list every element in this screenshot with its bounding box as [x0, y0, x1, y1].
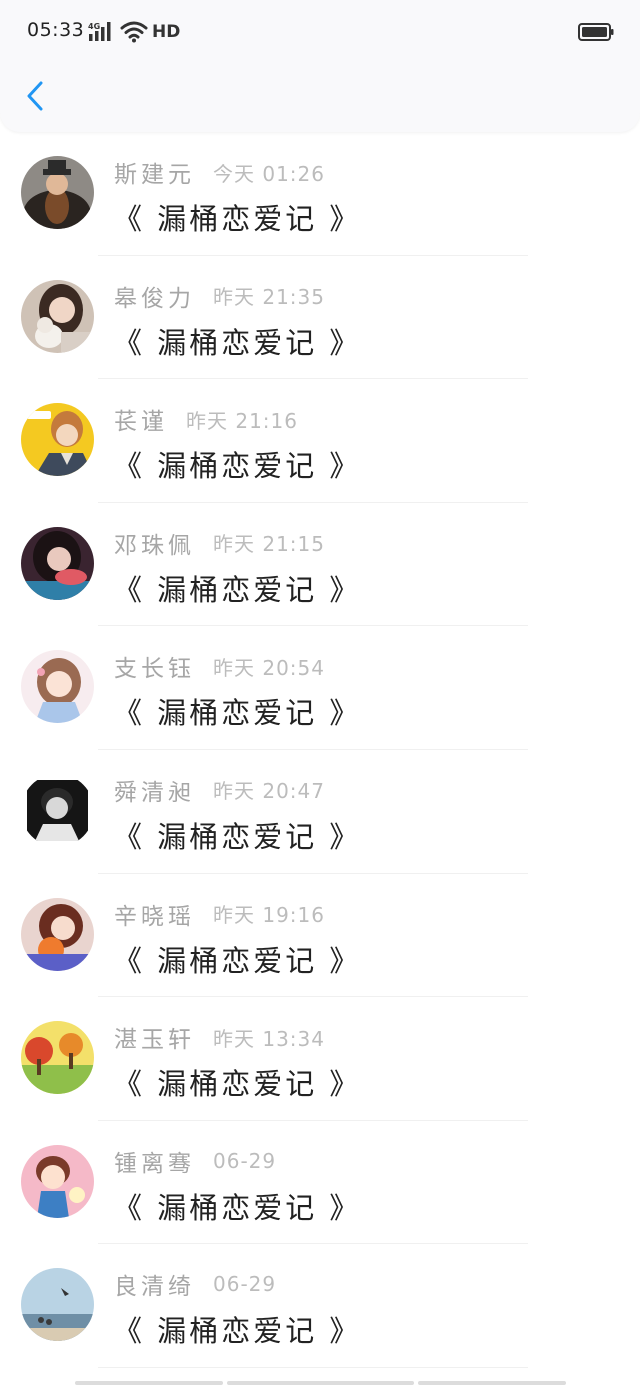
comment-meta: 良清绮 06-29 — [114, 1268, 276, 1300]
avatar[interactable] — [21, 1268, 94, 1342]
avatar[interactable] — [21, 279, 94, 353]
comment-time: 昨天 21:16 — [186, 408, 298, 433]
book-title[interactable]: 《 漏桶恋爱记 》 — [113, 938, 361, 980]
comment-item[interactable]: 皋俊力 昨天 21:35 《 漏桶恋爱记 》 — [0, 256, 640, 380]
comment-item[interactable]: 湛玉轩 昨天 13:34 《 漏桶恋爱记 》 — [0, 997, 640, 1121]
comment-meta: 支长钰 昨天 20:54 — [114, 649, 325, 683]
avatar[interactable] — [21, 1021, 94, 1095]
book-title[interactable]: 《 漏桶恋爱记 》 — [113, 1061, 361, 1103]
comment-meta: 邓珠佩 昨天 21:15 — [114, 527, 325, 559]
header: 05:33 4G HD — [0, 0, 640, 132]
avatar[interactable] — [21, 773, 94, 847]
user-name[interactable]: 苌谨 — [114, 402, 168, 436]
divider — [98, 1366, 528, 1368]
book-title[interactable]: 《 漏桶恋爱记 》 — [113, 196, 361, 238]
comment-meta: 苌谨 昨天 21:16 — [114, 402, 298, 436]
comment-time: 今天 01:26 — [213, 161, 325, 186]
user-name[interactable]: 邓珠佩 — [114, 526, 195, 560]
book-title[interactable]: 《 漏桶恋爱记 》 — [113, 1185, 361, 1227]
comment-time: 06-29 — [213, 1148, 277, 1173]
back-button[interactable] — [14, 74, 58, 118]
comment-item[interactable]: 良清绮 06-29 《 漏桶恋爱记 》 — [0, 1244, 640, 1368]
status-bar: 05:33 4G HD — [0, 0, 640, 64]
book-title[interactable]: 《 漏桶恋爱记 》 — [113, 443, 361, 485]
status-time: 05:33 — [27, 19, 85, 41]
comment-meta: 皋俊力 昨天 21:35 — [114, 280, 325, 312]
bottom-scroll-indicator — [227, 1381, 414, 1385]
book-title[interactable]: 《 漏桶恋爱记 》 — [113, 814, 361, 856]
book-title[interactable]: 《 漏桶恋爱记 》 — [113, 690, 361, 732]
avatar[interactable] — [21, 1144, 94, 1218]
battery-icon — [578, 23, 614, 41]
wifi-icon — [120, 21, 148, 43]
comment-meta: 舜清昶 昨天 20:47 — [114, 774, 325, 806]
bottom-scroll-indicator — [418, 1381, 566, 1385]
comment-time: 06-29 — [213, 1272, 277, 1297]
status-icons: 4G HD — [88, 20, 180, 44]
network-type: 4G — [88, 22, 100, 31]
user-name[interactable]: 辛晓瑶 — [114, 897, 195, 931]
comment-time: 昨天 21:35 — [213, 285, 325, 310]
comment-time: 昨天 19:16 — [213, 903, 325, 928]
comment-list: 斯建元 今天 01:26 《 漏桶恋爱记 》 皋俊力 昨天 21:35 《 漏桶… — [0, 132, 640, 1368]
user-name[interactable]: 舜清昶 — [114, 773, 195, 807]
comment-time: 昨天 13:34 — [213, 1026, 325, 1051]
user-name[interactable]: 湛玉轩 — [114, 1020, 195, 1054]
comment-time: 昨天 21:15 — [213, 532, 325, 557]
comment-time: 昨天 20:54 — [213, 655, 325, 680]
avatar[interactable] — [21, 650, 94, 724]
comment-item[interactable]: 邓珠佩 昨天 21:15 《 漏桶恋爱记 》 — [0, 503, 640, 627]
book-title[interactable]: 《 漏桶恋爱记 》 — [113, 320, 361, 362]
avatar[interactable] — [21, 403, 94, 477]
bottom-scroll-indicator — [75, 1381, 223, 1385]
comment-item[interactable]: 锺离骞 06-29 《 漏桶恋爱记 》 — [0, 1121, 640, 1245]
comment-item[interactable]: 斯建元 今天 01:26 《 漏桶恋爱记 》 — [0, 132, 640, 256]
avatar[interactable] — [21, 526, 94, 600]
comment-meta: 辛晓瑶 昨天 19:16 — [114, 898, 325, 930]
avatar[interactable] — [21, 897, 94, 971]
comment-item[interactable]: 苌谨 昨天 21:16 《 漏桶恋爱记 》 — [0, 379, 640, 503]
avatar[interactable] — [21, 156, 94, 229]
book-title[interactable]: 《 漏桶恋爱记 》 — [113, 567, 361, 609]
comment-item[interactable]: 支长钰 昨天 20:54 《 漏桶恋爱记 》 — [0, 626, 640, 750]
user-name[interactable]: 锺离骞 — [114, 1144, 195, 1178]
user-name[interactable]: 皋俊力 — [114, 279, 195, 313]
hd-indicator: HD — [152, 22, 181, 42]
comment-meta: 锺离骞 06-29 — [114, 1145, 276, 1177]
comment-item[interactable]: 辛晓瑶 昨天 19:16 《 漏桶恋爱记 》 — [0, 874, 640, 998]
comment-meta: 斯建元 今天 01:26 — [114, 155, 325, 189]
book-title[interactable]: 《 漏桶恋爱记 》 — [113, 1308, 361, 1350]
cellular-signal-icon: 4G — [88, 22, 111, 41]
user-name[interactable]: 斯建元 — [114, 155, 195, 189]
user-name[interactable]: 支长钰 — [114, 649, 195, 683]
user-name[interactable]: 良清绮 — [114, 1267, 195, 1301]
comment-meta: 湛玉轩 昨天 13:34 — [114, 1020, 325, 1054]
comment-time: 昨天 20:47 — [213, 779, 325, 804]
comment-item[interactable]: 舜清昶 昨天 20:47 《 漏桶恋爱记 》 — [0, 750, 640, 874]
chevron-left-icon — [27, 81, 43, 111]
